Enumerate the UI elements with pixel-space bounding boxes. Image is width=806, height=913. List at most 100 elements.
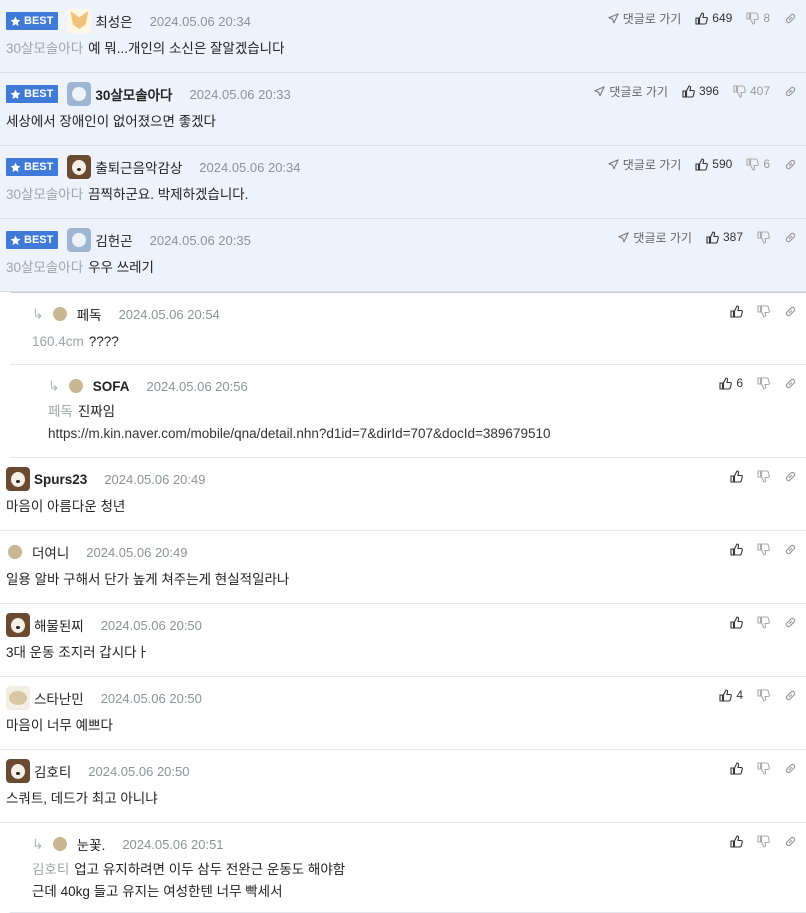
downvote-count: 8 (763, 11, 770, 25)
upvote-button[interactable] (730, 542, 743, 556)
goto-comment-button[interactable]: 댓글로 가기 (608, 10, 681, 27)
link-icon[interactable] (784, 158, 797, 171)
dog-avatar[interactable] (6, 759, 30, 783)
downvote-button[interactable] (757, 230, 770, 244)
reply-target-name[interactable]: 페독 (48, 404, 73, 419)
thumbs-down-icon (757, 230, 770, 244)
downvote-button[interactable]: 6 (746, 157, 770, 171)
reply-target-name[interactable]: 30살모솔아다 (6, 187, 83, 202)
reply-target-name[interactable]: 160.4cm (32, 334, 84, 349)
downvote-button[interactable] (757, 542, 770, 556)
upvote-button[interactable]: 387 (706, 230, 743, 244)
dot-avatar[interactable] (68, 379, 83, 393)
dot-avatar[interactable] (52, 307, 67, 321)
reply-target-name[interactable]: 30살모솔아다 (6, 41, 83, 56)
downvote-button[interactable] (757, 615, 770, 629)
author-name[interactable]: 최성은 (95, 11, 132, 31)
link-icon[interactable] (784, 85, 797, 98)
comment-url[interactable]: https://m.kin.naver.com/mobile/qna/detai… (48, 426, 550, 441)
link-icon[interactable] (784, 377, 797, 390)
comment-line: 일용 알바 구해서 단가 높게 쳐주는게 현실적일라나 (6, 569, 289, 591)
upvote-button[interactable]: 396 (682, 84, 719, 98)
dot-avatar[interactable] (8, 545, 22, 559)
downvote-button[interactable] (757, 304, 770, 318)
comment-line: 세상에서 장애인이 없어졌으면 좋겠다 (6, 111, 216, 133)
upvote-button[interactable]: 649 (695, 11, 732, 25)
comment-tools: 4 (719, 686, 797, 704)
link-icon[interactable] (784, 12, 797, 25)
comment-text: 일용 알바 구해서 단가 높게 쳐주는게 현실적일라나 (6, 572, 290, 587)
goto-comment-button[interactable]: 댓글로 가기 (608, 156, 681, 173)
link-icon[interactable] (784, 762, 797, 775)
dog-avatar[interactable] (6, 467, 30, 491)
comment-text: 근데 40kg 들고 유지는 여성한텐 너무 빡세서 (32, 884, 283, 899)
link-icon[interactable] (784, 543, 797, 556)
downvote-button[interactable]: 407 (733, 84, 770, 98)
comment-line: 근데 40kg 들고 유지는 여성한텐 너무 빡세서 (32, 881, 345, 903)
upvote-button[interactable] (730, 304, 743, 318)
upvote-button[interactable] (730, 761, 743, 775)
author-name[interactable]: 김헌곤 (95, 230, 132, 250)
author-name[interactable]: 스타난민 (34, 688, 84, 708)
author-name[interactable]: 출퇴근음악감상 (95, 157, 182, 177)
link-icon[interactable] (784, 616, 797, 629)
link-icon[interactable] (784, 835, 797, 848)
comment-line: 마음이 너무 예쁘다 (6, 715, 113, 737)
link-icon[interactable] (784, 689, 797, 702)
thumbs-down-icon (757, 615, 770, 629)
comment: 해물된찌 2024.05.06 20:50 3대 운동 조지러 갑시다ㅏ (0, 604, 806, 677)
author-name[interactable]: SOFA (93, 379, 130, 394)
thumbs-down-icon (757, 688, 770, 702)
comment-tools: 댓글로 가기 649 8 (608, 9, 797, 27)
puppy-avatar[interactable] (6, 686, 30, 710)
reply-target-name[interactable]: 30살모솔아다 (6, 260, 83, 275)
author-name[interactable]: 눈꽃. (77, 834, 106, 854)
link-icon[interactable] (784, 231, 797, 244)
goto-comment-button[interactable]: 댓글로 가기 (594, 83, 668, 100)
dog-avatar[interactable] (6, 613, 30, 637)
comment-body: 160.4cm???? (32, 331, 119, 353)
upvote-button[interactable]: 590 (695, 157, 732, 171)
thumbs-up-icon (730, 304, 743, 318)
downvote-button[interactable] (757, 376, 770, 390)
comment-text: 세상에서 장애인이 없어졌으면 좋겠다 (6, 114, 216, 129)
comment-date: 2024.05.06 20:51 (122, 836, 224, 852)
author-name[interactable]: 더여니 (32, 542, 69, 562)
comment-header: 김호티 2024.05.06 20:50 (6, 759, 189, 783)
author-name[interactable]: Spurs23 (34, 472, 87, 487)
polar-bear-avatar[interactable] (67, 82, 92, 106)
fox-avatar[interactable] (67, 9, 92, 33)
comment-tools (730, 302, 797, 320)
goto-comment-button[interactable]: 댓글로 가기 (618, 229, 692, 246)
upvote-button[interactable] (730, 469, 743, 483)
reply-target-name[interactable]: 김호티 (32, 862, 69, 877)
downvote-button[interactable] (757, 761, 770, 775)
dog-avatar[interactable] (67, 155, 92, 179)
comment-line: 페독 진짜임 (48, 401, 550, 423)
author-name[interactable]: 페독 (77, 304, 102, 324)
polar-bear-avatar[interactable] (67, 228, 92, 252)
link-icon[interactable] (784, 470, 797, 483)
thumbs-up-icon (730, 542, 743, 556)
author-name[interactable]: 김호티 (34, 761, 71, 781)
upvote-button[interactable] (730, 615, 743, 629)
downvote-button[interactable]: 8 (746, 11, 770, 25)
upvote-button[interactable]: 6 (719, 376, 743, 390)
thumbs-up-icon (730, 469, 743, 483)
downvote-button[interactable] (757, 834, 770, 848)
comment-line: 스쿼트, 데드가 최고 아니냐 (6, 788, 158, 810)
author-name[interactable]: 해물된찌 (34, 615, 84, 635)
comment-body: 30살모솔아다 예 뭐...개인의 소신은 잘알겠습니다 (6, 38, 285, 60)
upvote-button[interactable] (730, 834, 743, 848)
thumbs-down-icon (757, 376, 770, 390)
dot-avatar[interactable] (52, 837, 67, 851)
thumbs-up-icon (719, 688, 733, 702)
downvote-button[interactable] (757, 469, 770, 483)
downvote-button[interactable] (757, 688, 770, 702)
author-name[interactable]: 30살모솔아다 (95, 84, 172, 104)
upvote-count: 4 (736, 688, 743, 702)
link-icon[interactable] (784, 305, 797, 318)
comment-header: BEST 최성은 2024.05.06 20:34 (6, 9, 251, 33)
upvote-button[interactable]: 4 (719, 688, 743, 702)
thumbs-down-icon (757, 834, 770, 848)
